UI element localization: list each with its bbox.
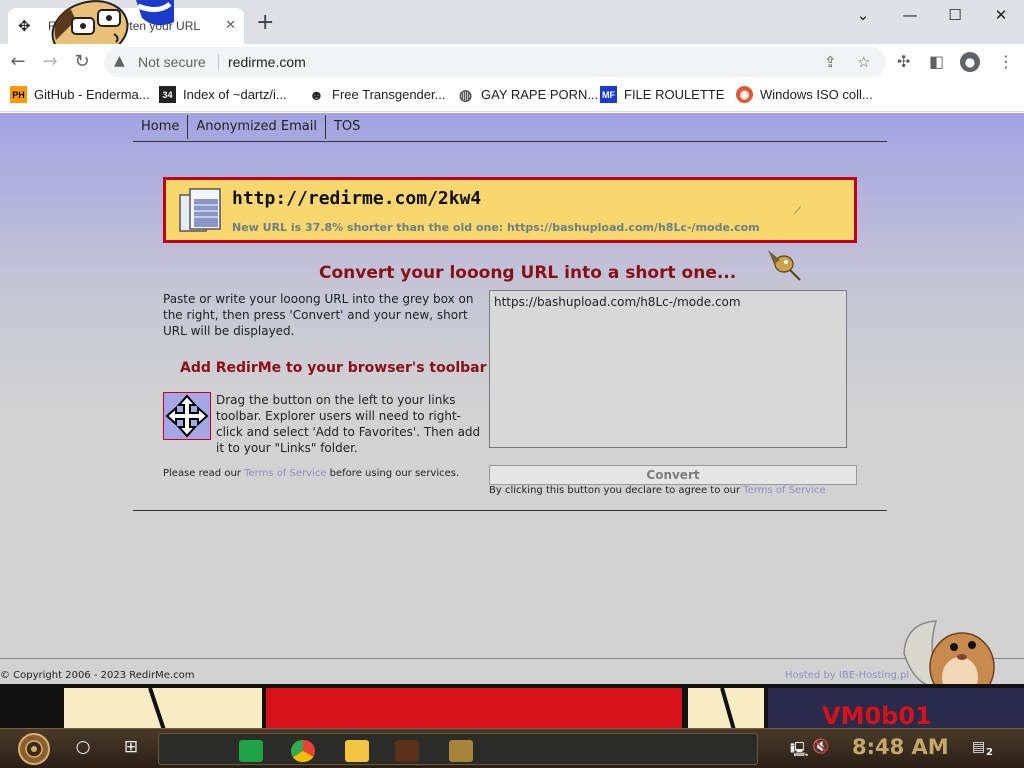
bookmark-label: GitHub - Enderma... [34,87,150,102]
bookmark-item[interactable]: MF FILE ROULETTE [600,86,724,103]
volume-muted-icon[interactable]: 🔇 [812,739,829,755]
robot-favicon-icon: ☻ [309,86,324,103]
desktop-wallpaper-strip: VM0b01 [0,684,1024,730]
agree-note-text: By clicking this button you declare to a… [489,485,744,496]
notifications-icon[interactable]: ▤ [972,739,985,755]
flying-creature-icon [768,250,801,281]
page-content: Home Anonymized Email TOS http://redirme… [0,113,1024,702]
url-text[interactable]: redirme.com [228,54,306,70]
address-bar[interactable]: ▲ Not secure redirme.com ⇪ ☆ [104,47,886,77]
warning-triangle-icon[interactable]: ▲ [114,53,125,69]
clock[interactable]: 8:48 AM [852,735,949,759]
extensions-puzzle-icon[interactable]: ✣ [897,52,910,71]
file-explorer-icon[interactable] [345,740,369,762]
maximize-button[interactable]: ☐ [943,6,967,24]
move-arrows-favicon-icon: ✥ [18,17,31,35]
browser-toolbar: ← → ↻ ▲ Not secure redirme.com ⇪ ☆ ✣ ◧ ●… [0,44,1024,80]
notification-count: 2 [986,747,993,758]
move-arrows-icon [165,394,209,438]
globe-icon: ◍ [458,86,473,104]
nav-home[interactable]: Home [133,115,189,139]
long-url-input[interactable]: https://bashupload.com/h8Lc-/mode.com [489,290,847,448]
close-window-button[interactable]: ✕ [989,6,1013,24]
share-icon[interactable]: ⇪ [824,53,837,71]
bookmarklet-drag-button[interactable] [163,392,211,440]
agree-note: By clicking this button you declare to a… [489,485,826,496]
chrome-app-icon[interactable] [291,740,315,762]
bookmark-label: Free Transgender... [332,87,446,102]
tab-close-icon[interactable]: ✕ [225,18,236,33]
task-view-icon[interactable]: ⊞ [119,737,143,757]
bookmark-star-icon[interactable]: ☆ [857,53,870,71]
bookmark-item[interactable]: ◉ Windows ISO coll... [736,86,873,103]
instructions-text: Paste or write your looong URL into the … [163,292,474,338]
hosting-link[interactable]: Hosted by IBE-Hosting.pl [785,670,909,681]
forward-button[interactable]: → [39,51,61,72]
copyright-text: © Copyright 2006 - 2023 [0,670,130,681]
security-label[interactable]: Not secure [138,54,206,70]
page-headline: Convert your looong URL into a short one… [319,263,737,283]
tos-note-text-end: before using our services. [326,468,460,479]
file-roulette-favicon-icon: MF [600,86,617,103]
bookmark-label: Windows ISO coll... [760,87,873,102]
result-box: http://redirme.com/2kw4 ⟋ New URL is 37.… [163,177,857,243]
profile-avatar-icon[interactable]: ● [960,52,980,72]
copyright-brand: RedirMe.com [129,670,195,681]
nav-anonymized-email[interactable]: Anonymized Email [188,115,326,139]
agree-terms-link[interactable]: Terms of Service [743,485,825,496]
search-circle-icon[interactable]: ○ [71,737,95,757]
documents-icon [179,188,221,232]
bookmark-item[interactable]: ☻ Free Transgender... [308,86,445,103]
omnibox-separator [218,54,219,71]
taskbar: ○ ⊞ 🖳 🔇 8:48 AM ▤ 2 [0,728,1024,768]
notes-app-icon[interactable] [239,740,263,762]
pornhub-favicon-icon: PH [10,86,27,103]
bookmark-item[interactable]: 34 Index of ~dartz/i... [159,86,287,103]
minimize-button[interactable]: — [898,6,922,24]
reload-button[interactable]: ↻ [71,51,93,72]
bookmark-label: Index of ~dartz/i... [183,87,287,102]
bookmark-label: GAY RAPE PORN... [481,87,599,102]
tab-strip: ✥ RedirMe - Shorten your URL ✕ + ⌄ — ☐ ✕ [0,0,1024,60]
shortening-summary: New URL is 37.8% shorter than the old on… [232,221,760,234]
duckduckgo-favicon-icon: ◉ [736,86,753,103]
menu-kebab-icon[interactable]: ⋮ [998,52,1014,71]
convert-button[interactable]: Convert [489,465,857,485]
new-tab-button[interactable]: + [256,12,274,34]
bookmarks-bar: PH GitHub - Enderma... 34 Index of ~dart… [0,80,1024,112]
wallpaper-text: VM0b01 [822,702,932,730]
terms-of-service-link[interactable]: Terms of Service [244,468,326,479]
short-url[interactable]: http://redirme.com/2kw4 [232,188,481,209]
start-button[interactable] [8,731,56,767]
side-panel-icon[interactable]: ◧ [929,52,944,71]
drag-instructions: Drag the button on the left to your link… [216,393,481,455]
copyright: © Copyright 2006 - 2023 RedirMe.com [0,670,194,681]
tos-note: Please read our Terms of Service before … [163,468,459,479]
tos-note-text: Please read our [163,468,245,479]
resize-grip-icon: ⟋ [794,206,801,217]
bookmark-item[interactable]: PH GitHub - Enderma... [10,86,150,103]
network-icon[interactable]: 🖳 [790,739,809,763]
toolbar-heading: Add RedirMe to your browser's toolbar [180,360,487,376]
index-favicon-icon: 34 [159,86,176,103]
media-app-icon[interactable] [395,740,419,762]
taskbar-apps [158,733,758,765]
nav-tos[interactable]: TOS [326,115,368,139]
tab-search-chevron-icon[interactable]: ⌄ [851,6,875,24]
game-app-icon[interactable] [449,740,473,762]
bookmark-label: FILE ROULETTE [624,87,725,102]
site-nav: Home Anonymized Email TOS [133,115,887,142]
site-footer: © Copyright 2006 - 2023 RedirMe.com Host… [0,658,1024,684]
back-button[interactable]: ← [7,51,29,72]
content-divider [133,510,887,511]
bookmark-item[interactable]: ◍ GAY RAPE PORN... [457,86,599,104]
